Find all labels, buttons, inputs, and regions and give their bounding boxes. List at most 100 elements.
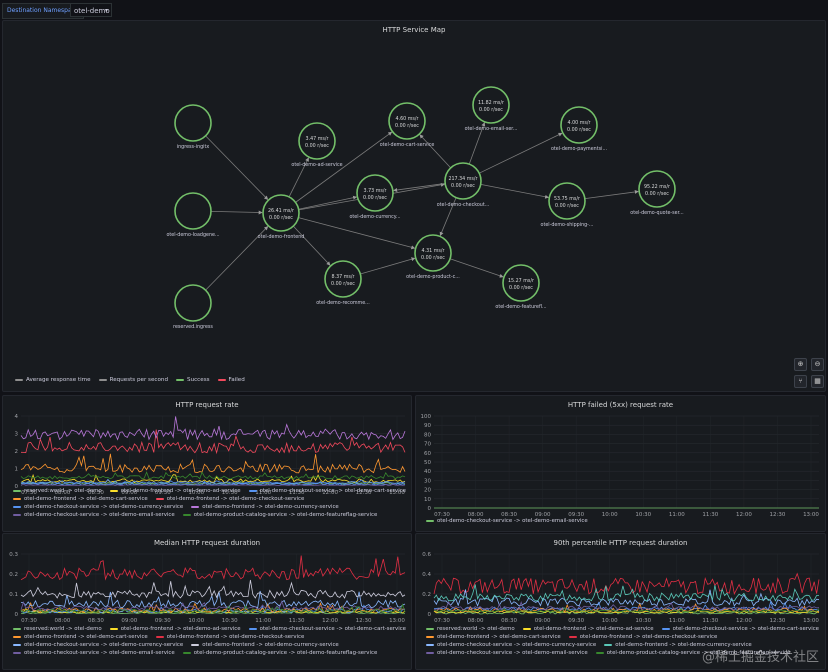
legend-item[interactable]: otel-demo-product-catalog-service -> ote…	[182, 650, 377, 656]
grid-view-button[interactable]: ▦	[811, 375, 824, 388]
service-node-product[interactable]: 4.31 ms/r0.00 r/sec otel-demo-product-c..…	[406, 234, 460, 280]
service-node-checkout[interactable]: 217.34 ms/r0.00 r/sec otel-demo-checkout.…	[437, 162, 490, 208]
service-edge-recommend-product[interactable]	[360, 257, 416, 275]
node-rate: 0.00 r/sec	[421, 255, 445, 261]
legend-item[interactable]: otel-demo-frontend -> otel-demo-currency…	[191, 504, 339, 510]
legend-item[interactable]: otel-demo-frontend -> otel-demo-checkout…	[155, 634, 304, 640]
service-edge-frontend-recommend[interactable]	[293, 225, 331, 266]
service-edge-ingress-frontend[interactable]	[205, 135, 269, 200]
legend-label: otel-demo-checkout-service -> otel-demo-…	[437, 650, 588, 656]
legend-item[interactable]: Average response time	[15, 377, 91, 383]
legend-item[interactable]: otel-demo-checkout-service -> otel-demo-…	[13, 650, 175, 656]
legend-item[interactable]: otel-demo-checkout-service -> otel-demo-…	[13, 642, 183, 648]
layout-toggle-button[interactable]: ⑂	[794, 375, 807, 388]
legend-item[interactable]: otel-demo-checkout-service -> otel-demo-…	[13, 504, 183, 510]
legend-item[interactable]: otel-demo-checkout-service -> otel-demo-…	[426, 650, 588, 656]
service-edge-shipping-quote[interactable]	[584, 189, 639, 200]
legend-item[interactable]: otel-demo-checkout-service -> otel-demo-…	[248, 488, 406, 494]
service-node-frontend[interactable]: 26.41 ms/r0.00 r/sec otel-demo-frontend	[258, 194, 305, 240]
service-node-featureflag[interactable]: 15.27 ms/r0.00 r/sec otel-demo-featurefl.…	[495, 264, 547, 310]
median-duration-chart[interactable]: 0 0.1 0.2 0.3 07:30 08:00 08:30 09:00 09:30 10:00…	[3, 546, 411, 626]
namespace-select[interactable]: otel-demo ▾	[70, 3, 112, 17]
service-node-reserved[interactable]: reserved.ingress	[173, 284, 213, 330]
service-node-ingress[interactable]: ingress-ingitx	[174, 104, 212, 150]
series-line[interactable]	[20, 600, 406, 611]
service-edge-checkout-cart[interactable]	[419, 134, 452, 169]
legend-item[interactable]: otel-demo-checkout-service -> otel-demo-…	[661, 626, 819, 632]
request-rate-panel: HTTP request rate 0 1 2 3 4 07:30 08:00 08:30 09…	[2, 395, 412, 532]
service-edge-loadgen-frontend[interactable]	[210, 210, 263, 215]
legend-item[interactable]: otel-demo-product-catalog-service -> ote…	[182, 512, 377, 518]
y-tick-label: 0.6	[422, 552, 431, 558]
legend-item[interactable]: otel-demo-frontend -> otel-demo-ad-servi…	[522, 626, 654, 632]
y-tick-label: 0.4	[422, 572, 431, 578]
legend-item[interactable]: otel-demo-frontend -> otel-demo-cart-ser…	[13, 496, 148, 502]
legend-item[interactable]: Failed	[217, 377, 245, 383]
series-line[interactable]	[20, 471, 406, 480]
node-label: otel-demo-currency...	[349, 214, 400, 220]
legend-swatch	[248, 490, 257, 492]
legend-item[interactable]: otel-demo-checkout-service -> otel-demo-…	[426, 518, 588, 524]
legend-item[interactable]: otel-demo-frontend -> otel-demo-checkout…	[568, 634, 717, 640]
legend-item[interactable]: otel-demo-checkout-service -> otel-demo-…	[13, 512, 175, 518]
series-line[interactable]	[433, 584, 819, 602]
series-line[interactable]	[20, 416, 406, 441]
service-edge-checkout-currency[interactable]	[393, 183, 446, 192]
legend-item[interactable]: otel-demo-frontend -> otel-demo-cart-ser…	[13, 634, 148, 640]
p90-duration-chart[interactable]: 0 0.2 0.4 0.6 07:30 08:00 08:30 09:00 09:30 10:00…	[416, 546, 825, 626]
node-latency: 15.27 ms/r	[508, 278, 534, 284]
legend-item[interactable]: Success	[176, 377, 210, 383]
service-map-graph[interactable]: ingress-ingitx otel-demo-loadgene... reser…	[3, 21, 825, 391]
service-node-currency[interactable]: 3.73 ms/r0.00 r/sec otel-demo-currency...	[349, 174, 401, 220]
zoom-in-button[interactable]: ⊕	[794, 358, 807, 371]
series-line[interactable]	[433, 572, 820, 596]
service-node-recommend[interactable]: 8.37 ms/r0.00 r/sec otel-demo-recomme...	[316, 260, 370, 306]
series-line[interactable]	[20, 555, 406, 581]
legend-swatch	[13, 628, 21, 630]
legend-swatch	[182, 652, 191, 654]
node-label: otel-demo-featurefl...	[495, 304, 546, 310]
service-edge-frontend-product[interactable]	[298, 217, 416, 250]
node-label: otel-demo-quote-ser...	[630, 210, 683, 216]
legend-item[interactable]: otel-demo-frontend -> otel-demo-cart-ser…	[426, 634, 561, 640]
service-edge-checkout-payment[interactable]	[479, 132, 563, 174]
legend-item[interactable]: otel-demo-frontend -> otel-demo-checkout…	[155, 496, 304, 502]
node-latency: 53.75 ms/r	[554, 196, 580, 202]
legend-label: otel-demo-checkout-service -> otel-demo-…	[437, 518, 588, 524]
legend-label: otel-demo-frontend -> otel-demo-cart-ser…	[24, 496, 148, 502]
node-latency: 3.47 ms/r	[306, 136, 329, 142]
x-tick-label: 12:30	[356, 618, 372, 624]
service-node-payment[interactable]: 4.00 ms/r0.00 r/sec otel-demo-paymentsi..…	[551, 106, 607, 152]
legend-item[interactable]: otel-demo-frontend -> otel-demo-ad-servi…	[109, 488, 241, 494]
series-line[interactable]	[20, 579, 406, 599]
series-line[interactable]	[433, 589, 820, 608]
service-node-shipping[interactable]: 53.75 ms/r0.00 r/sec otel-demo-shipping-.…	[541, 182, 594, 228]
legend-label: reserved:world -> otel-demo	[24, 488, 102, 494]
legend-item[interactable]: otel-demo-frontend -> otel-demo-ad-servi…	[109, 626, 241, 632]
legend-label: otel-demo-checkout-service -> otel-demo-…	[24, 650, 175, 656]
node-latency: 26.41 ms/r	[268, 208, 294, 214]
series-line[interactable]	[20, 453, 406, 474]
x-tick-label: 11:30	[289, 618, 305, 624]
legend-item[interactable]: otel-demo-checkout-service -> otel-demo-…	[426, 642, 596, 648]
service-node-ad[interactable]: 3.47 ms/r0.00 r/sec otel-demo-ad-service	[291, 122, 343, 168]
legend-item[interactable]: Requests per second	[98, 377, 168, 383]
failed-rate-chart[interactable]: 010203040506070809010007:30 08:00 08:30 09:…	[416, 408, 825, 520]
legend-item[interactable]: reserved:world -> otel-demo	[13, 626, 102, 632]
zoom-out-button[interactable]: ⊖	[811, 358, 824, 371]
service-node-email[interactable]: 11.82 ms/r0.00 r/sec otel-demo-email-ser.…	[465, 86, 518, 132]
legend-swatch	[426, 628, 434, 630]
service-edge-frontend-currency[interactable]	[298, 195, 358, 210]
service-edge-checkout-shipping[interactable]	[480, 184, 549, 199]
legend-item[interactable]: reserved:world -> otel-demo	[13, 488, 102, 494]
legend-item[interactable]: reserved:world -> otel-demo	[426, 626, 515, 632]
y-tick-label: 4	[15, 414, 19, 420]
x-tick-label: 11:00	[669, 618, 685, 624]
median-duration-legend: reserved:world -> otel-demo otel-demo-fro…	[13, 626, 409, 656]
service-node-loadgen[interactable]: otel-demo-loadgene...	[166, 192, 220, 238]
legend-item[interactable]: otel-demo-frontend -> otel-demo-currency…	[191, 642, 339, 648]
service-map-legend: Average response time Requests per second…	[15, 377, 245, 383]
request-rate-chart[interactable]: 0123407:30 08:00 08:30 09:00 09:30 10:00 10:30…	[3, 408, 411, 498]
service-node-quote[interactable]: 95.22 ms/r0.00 r/sec otel-demo-quote-ser.…	[630, 170, 684, 216]
legend-item[interactable]: otel-demo-checkout-service -> otel-demo-…	[248, 626, 406, 632]
